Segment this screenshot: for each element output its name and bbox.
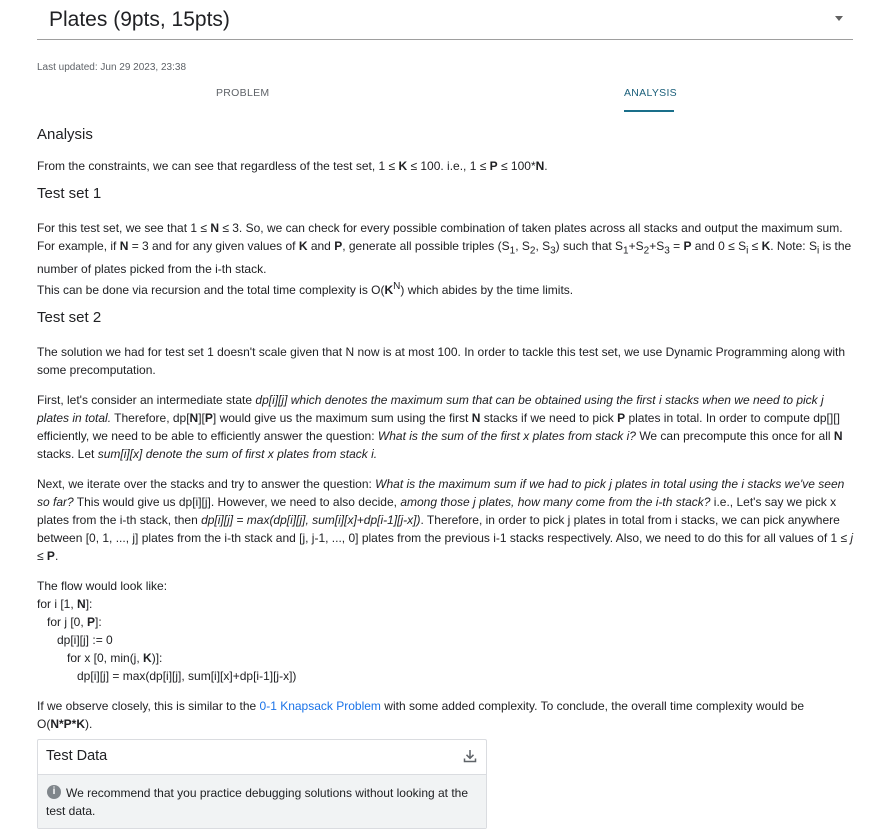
- last-updated: Last updated: Jun 29 2023, 23:38: [37, 62, 187, 73]
- problem-title-dropdown[interactable]: Plates (9pts, 15pts): [37, 0, 853, 40]
- test-data-notice-text: We recommend that you practice debugging…: [46, 786, 469, 818]
- active-tab-indicator: [624, 110, 674, 112]
- pseudocode-line: for x [0, min(j, K)]:: [37, 651, 163, 666]
- test-set-2-paragraph-1: The solution we had for test set 1 doesn…: [37, 345, 846, 378]
- analysis-content: Analysis From the constraints, we can se…: [37, 122, 857, 733]
- knapsack-link[interactable]: 0-1 Knapsack Problem: [260, 699, 381, 713]
- pseudocode-line: dp[i][j] := 0: [37, 633, 113, 648]
- test-set-2-paragraph-3: Next, we iterate over the stacks and try…: [37, 477, 854, 564]
- pseudocode-line: for i [1, N]:: [37, 597, 93, 612]
- pseudocode-line: for j [0, P]:: [37, 615, 102, 630]
- download-icon[interactable]: [462, 748, 478, 764]
- tab-problem[interactable]: PROBLEM: [216, 87, 269, 99]
- conclusion-paragraph: If we observe closely, this is similar t…: [37, 699, 805, 732]
- analysis-heading: Analysis: [37, 126, 93, 143]
- test-data-panel: Test Data i We recommend that you practi…: [37, 739, 487, 829]
- constraints-paragraph: From the constraints, we can see that re…: [37, 159, 548, 173]
- test-set-1-heading: Test set 1: [37, 185, 102, 202]
- test-set-2-heading: Test set 2: [37, 309, 102, 327]
- pseudocode-block: The flow would look like: for i [1, N]: …: [37, 577, 857, 685]
- pseudocode-intro: The flow would look like:: [37, 579, 168, 594]
- tab-analysis[interactable]: ANALYSIS: [624, 87, 677, 99]
- test-data-title: Test Data: [46, 748, 108, 764]
- page-title: Plates (9pts, 15pts): [49, 8, 230, 31]
- test-data-header: Test Data: [38, 740, 486, 775]
- chevron-down-icon[interactable]: [835, 16, 843, 21]
- pseudocode-line: dp[i][j] = max(dp[i][j], sum[i][x]+dp[i-…: [37, 669, 297, 684]
- test-set-1-paragraph: For this test set, we see that 1 ≤ N ≤ 3…: [37, 221, 852, 298]
- test-data-notice: i We recommend that you practice debuggi…: [38, 775, 486, 828]
- test-set-2-paragraph-2: First, let's consider an intermediate st…: [37, 393, 843, 462]
